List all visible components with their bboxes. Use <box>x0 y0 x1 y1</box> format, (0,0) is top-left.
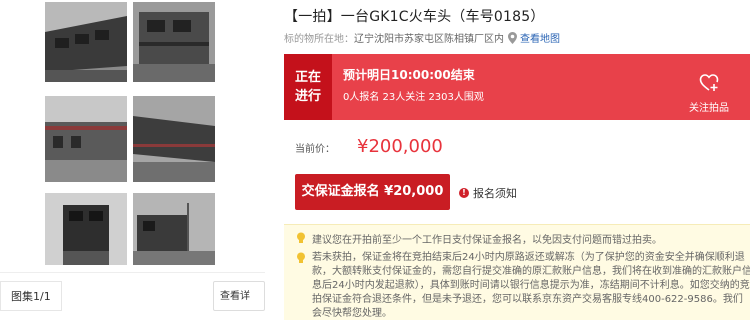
exclamation-icon: ! <box>459 188 469 198</box>
image-gallery: 图集1/1 查看详情 <box>0 0 265 320</box>
tip-item: 建议您在开拍前至少一个工作日支付保证金报名，以免因支付问题而错过拍卖。 <box>296 231 662 246</box>
view-detail-button[interactable]: 查看详情 <box>213 281 265 311</box>
item-location: 标的物所在地： 辽宁沈阳市苏家屯区陈相镇厂区内 查看地图 <box>284 30 560 45</box>
auction-status-bar: 正在 进行 预计明日10:00:00结束 0人报名 23人关注 2303人围观 … <box>284 54 750 120</box>
locomotive-thumbnail-3[interactable] <box>45 96 127 182</box>
locomotive-thumbnail-1[interactable] <box>45 2 127 82</box>
status-line-1: 正在 <box>294 70 321 85</box>
tip-text-2: 若未获拍，保证金将在竞拍结束后24小时内原路返还或解冻（为了保护您的资金安全并确… <box>312 252 750 319</box>
status-line-2: 进行 <box>294 89 321 104</box>
pay-deposit-register-button[interactable]: 交保证金报名 ¥20,000 <box>295 174 450 210</box>
auction-stats: 0人报名 23人关注 2303人围观 <box>343 92 484 103</box>
tips-panel: 建议您在开拍前至少一个工作日支付保证金报名，以免因支付问题而错过拍卖。 若未获拍… <box>284 224 750 320</box>
gallery-footer: 图集1/1 查看详情 <box>0 272 265 320</box>
auction-countdown: 预计明日10:00:00结束 <box>343 68 475 82</box>
heart-plus-icon <box>699 74 719 91</box>
locomotive-thumbnail-6[interactable] <box>133 193 215 265</box>
gallery-count: 图集1/1 <box>0 281 62 311</box>
location-value: 辽宁沈阳市苏家屯区陈相镇厂区内 <box>354 34 504 45</box>
tip-text-1: 建议您在开拍前至少一个工作日支付保证金报名，以免因支付问题而错过拍卖。 <box>312 235 662 246</box>
locomotive-thumbnail-5[interactable] <box>45 193 127 265</box>
view-map-link[interactable]: 查看地图 <box>520 30 560 45</box>
locomotive-thumbnail-2[interactable] <box>133 2 215 82</box>
price-value: ¥200,000 <box>357 136 443 157</box>
price-label: 当前价： <box>295 144 335 155</box>
notice-label: 报名须知 <box>473 187 517 200</box>
lightbulb-icon <box>297 232 305 243</box>
follow-label: 关注拍品 <box>689 103 729 114</box>
item-title: 【一拍】一台GK1C火车头（车号0185） <box>284 9 545 25</box>
current-price-row: 当前价： ¥200,000 <box>295 136 443 157</box>
lightbulb-icon <box>297 252 305 263</box>
auction-status-badge: 正在 进行 <box>284 54 332 120</box>
location-label: 标的物所在地： <box>284 34 354 45</box>
tip-item: 若未获拍，保证金将在竞拍结束后24小时内原路返还或解冻（为了保护您的资金安全并确… <box>296 251 750 320</box>
follow-item-button[interactable]: 关注拍品 <box>674 60 744 114</box>
map-pin-icon <box>508 31 517 44</box>
locomotive-thumbnail-4[interactable] <box>133 96 215 182</box>
registration-notice-link[interactable]: ! 报名须知 <box>459 185 517 201</box>
